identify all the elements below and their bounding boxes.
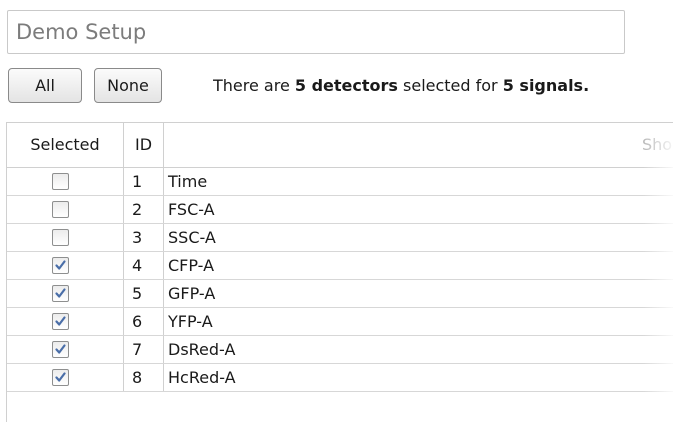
id-cell: 1: [124, 168, 164, 195]
row-checkbox[interactable]: [52, 257, 69, 274]
id-cell: 4: [124, 252, 164, 279]
status-fade: [633, 68, 673, 103]
row-checkbox[interactable]: [52, 201, 69, 218]
table-row[interactable]: 2 FSC-A: [7, 196, 673, 224]
select-all-button[interactable]: All: [8, 68, 82, 103]
row-checkbox[interactable]: [52, 313, 69, 330]
name-cell: SSC-A: [168, 228, 216, 247]
selected-cell: [7, 364, 124, 391]
table-row[interactable]: 3 SSC-A: [7, 224, 673, 252]
status-prefix: There are: [213, 76, 295, 95]
table-row[interactable]: 1 Time: [7, 168, 673, 196]
name-cell: FSC-A: [168, 200, 215, 219]
id-cell: 3: [124, 224, 164, 251]
table-row[interactable]: 8 HcRed-A: [7, 364, 673, 392]
header-short-name[interactable]: Sho: [164, 123, 673, 167]
check-icon: [55, 316, 66, 326]
check-icon: [55, 288, 66, 298]
selected-cell: [7, 196, 124, 223]
selected-cell: [7, 224, 124, 251]
table-row[interactable]: 5 GFP-A: [7, 280, 673, 308]
selection-status: There are 5 detectors selected for 5 sig…: [213, 68, 673, 103]
row-checkbox[interactable]: [52, 285, 69, 302]
selected-cell: [7, 280, 124, 307]
row-checkbox[interactable]: [52, 229, 69, 246]
row-checkbox[interactable]: [52, 369, 69, 386]
select-none-button[interactable]: None: [94, 68, 162, 103]
id-cell: 2: [124, 196, 164, 223]
name-cell: DsRed-A: [168, 340, 236, 359]
selected-cell: [7, 308, 124, 335]
check-icon: [55, 372, 66, 382]
table-row[interactable]: 7 DsRed-A: [7, 336, 673, 364]
name-cell: HcRed-A: [168, 368, 236, 387]
detector-count: 5 detectors: [294, 76, 398, 95]
setup-name-input[interactable]: [7, 10, 625, 54]
table-row[interactable]: 4 CFP-A: [7, 252, 673, 280]
name-cell: YFP-A: [168, 312, 213, 331]
header-selected[interactable]: Selected: [7, 123, 124, 167]
selected-cell: [7, 336, 124, 363]
table-header: Selected ID Sho: [7, 123, 673, 168]
check-icon: [55, 260, 66, 270]
id-cell: 5: [124, 280, 164, 307]
id-cell: 8: [124, 364, 164, 391]
table-row[interactable]: 6 YFP-A: [7, 308, 673, 336]
row-checkbox[interactable]: [52, 341, 69, 358]
name-cell: GFP-A: [168, 284, 216, 303]
row-checkbox[interactable]: [52, 173, 69, 190]
status-middle: selected for: [397, 76, 503, 95]
signal-count: 5 signals.: [502, 76, 590, 95]
id-cell: 6: [124, 308, 164, 335]
detector-table: Selected ID Sho 1 Time 2 FSC-A 3 SSC-A 4 CFP-A 5…: [6, 122, 673, 422]
header-short-name-label: Sho: [642, 135, 673, 154]
name-cell: Time: [168, 172, 208, 191]
name-cell: CFP-A: [168, 256, 215, 275]
header-id[interactable]: ID: [124, 123, 164, 167]
selected-cell: [7, 252, 124, 279]
check-icon: [55, 344, 66, 354]
id-cell: 7: [124, 336, 164, 363]
selected-cell: [7, 168, 124, 195]
